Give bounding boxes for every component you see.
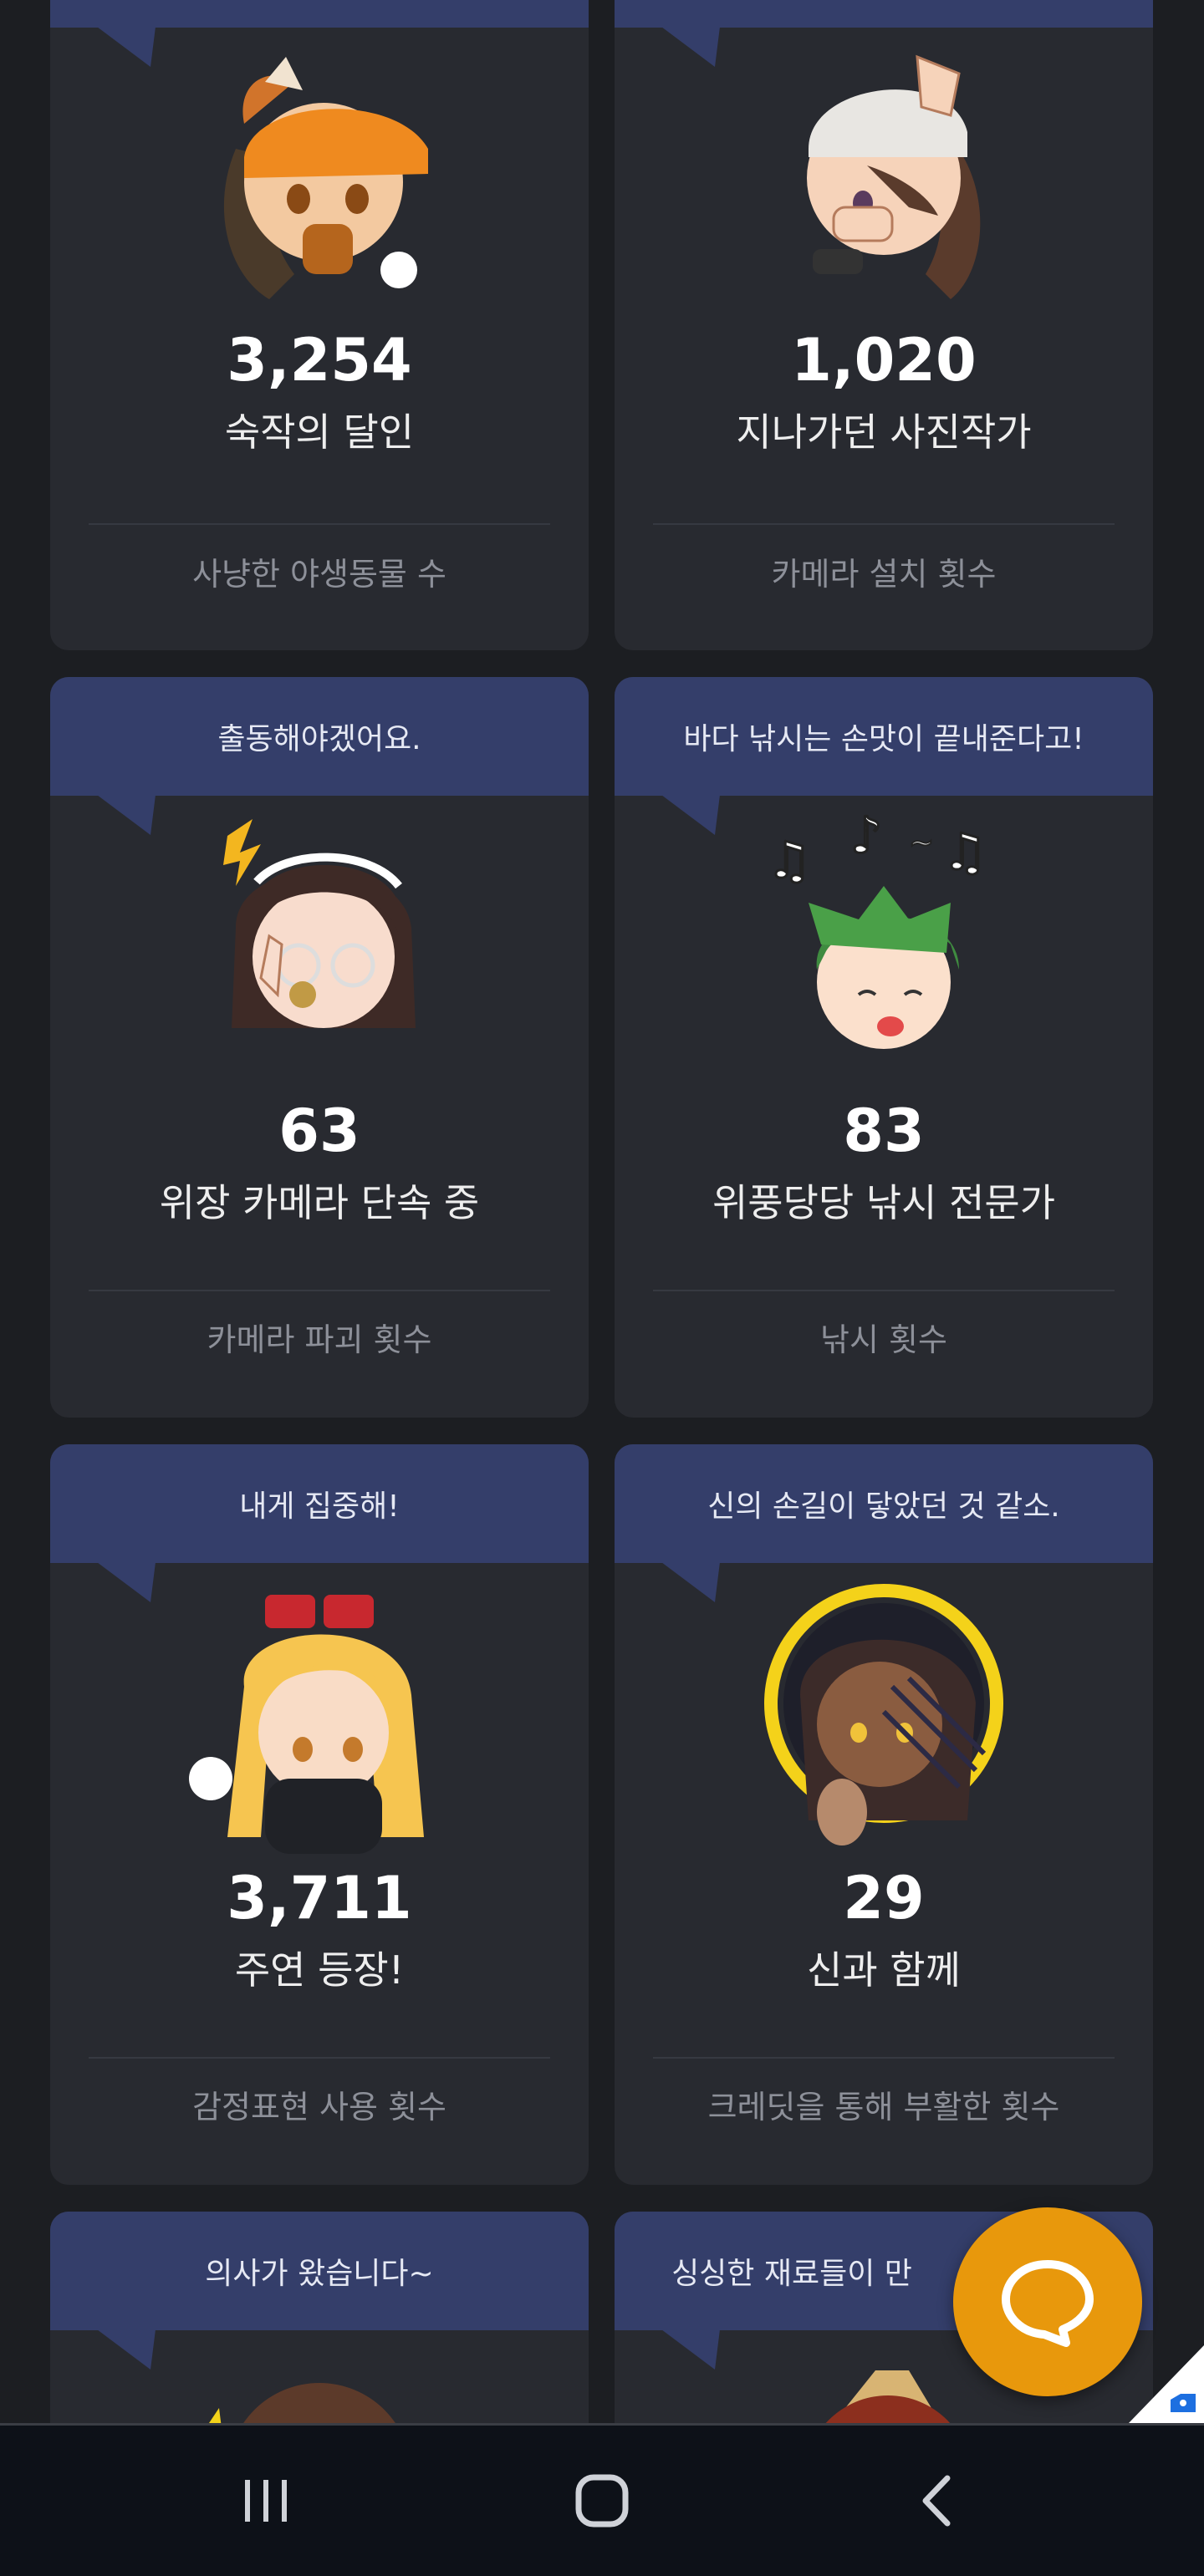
svg-text:♪: ♪: [850, 807, 882, 865]
stat-label: 사냥한 야생동물 수: [192, 556, 446, 593]
blonde-sunglasses-character-icon: [189, 1595, 424, 1854]
divider: [89, 523, 550, 525]
stat-card: 신의 손길이 닿았던 것 같소. 29 신과 함께 크레딧을 통해 부활한 횟수: [615, 1444, 1153, 2185]
divider: [653, 1290, 1115, 1291]
stat-title: 위장 카메라 단속 중: [159, 1180, 480, 1225]
speech-bubble: 출동해야겠어요.: [50, 677, 589, 796]
speech-text: 출동해야겠어요.: [217, 722, 421, 756]
speech-text: 내게 집중해!: [239, 1489, 400, 1524]
stat-value: 1,020: [791, 326, 977, 395]
speech-tail: [661, 2329, 720, 2370]
speech-text: 바다 낚시는 손맛이 끝내준다고!: [683, 722, 1084, 756]
speech-text: 신의 손길이 닿았던 것 같소.: [707, 1489, 1060, 1524]
stat-title: 신과 함께: [807, 1947, 961, 1993]
stat-card: 내게 집중해! 3,711 주연 등장! 감정표현 사용 횟수: [50, 1444, 589, 2185]
recent-apps-icon: [245, 2480, 287, 2522]
speech-tail: [661, 27, 720, 67]
home-button[interactable]: [518, 2426, 686, 2576]
stat-title: 숙작의 달인: [224, 410, 415, 455]
stat-card: 3,254 숙작의 달인 사냥한 야생동물 수: [50, 0, 589, 650]
back-icon: [922, 2475, 951, 2527]
singing-boy-character-icon: ♫ ♪ ~ ♫: [766, 806, 988, 1049]
stat-value: 3,711: [227, 1864, 412, 1932]
speech-text: 싱싱한 재료들이 만: [671, 2257, 912, 2291]
divider: [89, 1290, 550, 1291]
stat-card: 바다 낚시는 손맛이 끝내준다고! ♫ ♪ ~ ♫ 83 위풍당당 낚시 전문가…: [615, 677, 1153, 1418]
speech-tail: [661, 1562, 720, 1602]
speech-tail: [97, 795, 156, 835]
svg-text:♫: ♫: [767, 832, 812, 890]
speech-bubble: 의사가 왔습니다~: [50, 2212, 589, 2330]
stat-card: 1,020 지나가던 사진작가 카메라 설치 횟수: [615, 0, 1153, 650]
photographer-character-icon: [807, 54, 981, 299]
divider: [653, 2057, 1115, 2059]
stat-value: 3,254: [227, 326, 412, 395]
stat-label: 카메라 파괴 횟수: [207, 1321, 432, 1358]
speech-bubble: 신의 손길이 닿았던 것 같소.: [615, 1444, 1153, 1563]
home-icon: [575, 2474, 629, 2528]
stat-label: 감정표현 사용 횟수: [192, 2089, 446, 2125]
stat-label: 크레딧을 통해 부활한 횟수: [707, 2089, 1060, 2125]
svg-text:♫: ♫: [942, 823, 987, 882]
recent-apps-button[interactable]: [182, 2426, 349, 2576]
svg-text:~: ~: [909, 826, 934, 860]
fox-hat-character-icon: [223, 57, 428, 299]
stat-title: 위풍당당 낚시 전문가: [712, 1180, 1056, 1225]
stat-label: 낚시 횟수: [820, 1321, 947, 1358]
chat-button[interactable]: [953, 2207, 1142, 2396]
speech-tail: [661, 795, 720, 835]
stat-label: 카메라 설치 횟수: [771, 556, 997, 593]
stat-title: 지나가던 사진작가: [736, 410, 1032, 455]
chat-bubble-icon: [1002, 2260, 1094, 2347]
divider: [89, 2057, 550, 2059]
halo-character-icon: [764, 1584, 1003, 1845]
speech-text: 의사가 왔습니다~: [205, 2257, 434, 2291]
speech-tail: [97, 27, 156, 67]
system-navigation-bar: [0, 2423, 1204, 2576]
whistle-girl-character-icon: [223, 819, 416, 1028]
back-button[interactable]: [855, 2426, 1022, 2576]
page-curl-icon[interactable]: [1129, 2345, 1204, 2423]
stat-value: 29: [843, 1864, 925, 1932]
stat-card: 출동해야겠어요. 63 위장 카메라 단속 중 카메라 파괴 횟수: [50, 677, 589, 1418]
stat-title: 주연 등장!: [234, 1947, 405, 1993]
speech-bubble: 바다 낚시는 손맛이 끝내준다고!: [615, 677, 1153, 796]
stat-value: 63: [278, 1097, 360, 1165]
speech-bubble: 내게 집중해!: [50, 1444, 589, 1563]
speech-tail: [97, 1562, 156, 1602]
speech-tail: [97, 2329, 156, 2370]
divider: [653, 523, 1115, 525]
stat-value: 83: [843, 1097, 925, 1165]
